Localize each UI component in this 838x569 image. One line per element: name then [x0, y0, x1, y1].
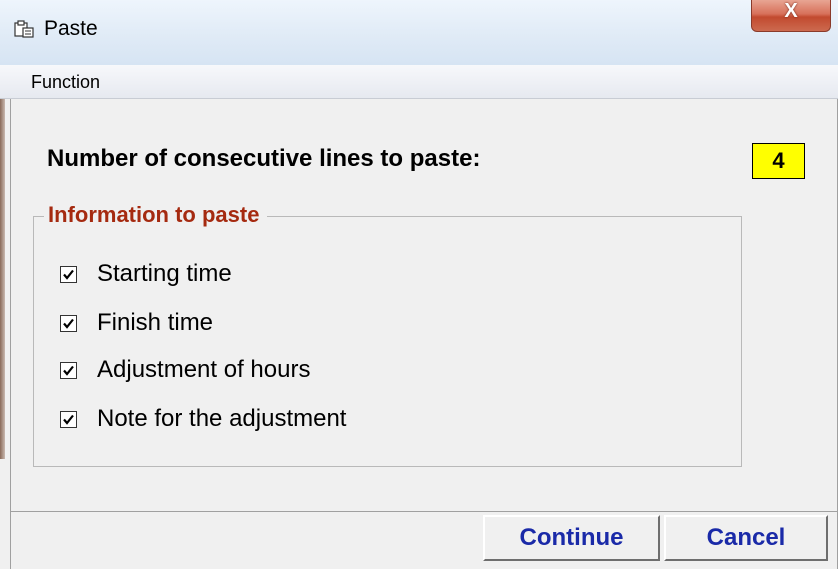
checkmark-icon [63, 414, 74, 425]
cancel-button[interactable]: Cancel [664, 515, 828, 561]
adjustment-of-hours-label: Adjustment of hours [97, 356, 311, 383]
finish-time-checkbox[interactable] [60, 315, 77, 332]
checkmark-icon [63, 318, 74, 329]
finish-time-label: Finish time [97, 309, 214, 336]
button-bar-divider [10, 511, 838, 512]
line-count-label: Number of consecutive lines to paste: [47, 145, 481, 172]
continue-button[interactable]: Continue [483, 515, 660, 561]
window-title: Paste [44, 17, 98, 40]
menu-bar: Function [0, 65, 838, 99]
paste-app-icon [14, 20, 36, 38]
close-button[interactable]: X [751, 0, 831, 32]
line-count-field[interactable]: 4 [752, 143, 805, 179]
group-title: Information to paste [44, 202, 268, 228]
checkmark-icon [63, 365, 74, 376]
starting-time-checkbox[interactable] [60, 266, 77, 283]
menu-item-function[interactable]: Function [31, 72, 100, 93]
close-icon: X [784, 0, 798, 22]
paste-dialog-window: Paste X Function Number of consecutive l… [0, 0, 838, 569]
left-edge-decoration [0, 99, 5, 459]
title-bar: Paste X [0, 0, 838, 65]
checkmark-icon [63, 269, 74, 280]
note-for-adjustment-checkbox[interactable] [60, 411, 77, 428]
adjustment-of-hours-checkbox[interactable] [60, 362, 77, 379]
note-for-adjustment-label: Note for the adjustment [97, 405, 347, 432]
starting-time-label: Starting time [97, 260, 232, 287]
